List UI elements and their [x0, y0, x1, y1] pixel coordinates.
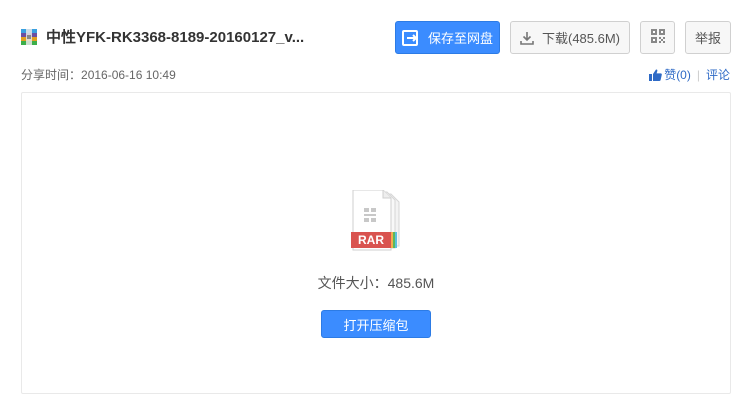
comment-link[interactable]: 评论 — [706, 66, 730, 83]
action-separator: | — [696, 67, 700, 82]
file-header: 中性YFK-RK3368-8189-20160127_v... 保存至网盘 下载… — [0, 0, 737, 64]
archive-file-icon — [21, 29, 37, 45]
report-button[interactable]: 举报 — [685, 21, 731, 54]
rar-type-label: RAR — [358, 233, 384, 247]
file-title: 中性YFK-RK3368-8189-20160127_v... — [46, 29, 305, 46]
like-button[interactable]: 赞(0) — [649, 66, 691, 83]
share-time: 分享时间：2016-06-16 10:49 — [21, 66, 176, 83]
thumbs-up-icon — [649, 68, 663, 81]
preview-panel: RAR 文件大小：485.6M 打开压缩包 — [21, 92, 731, 394]
share-time-label: 分享时间： — [21, 68, 82, 82]
download-icon — [520, 31, 534, 45]
file-size-value: 485.6M — [387, 275, 435, 291]
social-actions: 赞(0) | 评论 — [649, 66, 730, 83]
save-icon — [401, 29, 420, 46]
open-archive-button[interactable]: 打开压缩包 — [321, 310, 431, 338]
open-archive-label: 打开压缩包 — [343, 317, 409, 333]
share-time-value: 2016-06-16 10:49 — [81, 68, 176, 82]
download-button[interactable]: 下载(485.6M) — [510, 21, 630, 54]
rar-file-icon: RAR — [351, 189, 403, 252]
download-button-label: 下载(485.6M) — [541, 31, 621, 46]
file-size-line: 文件大小：485.6M — [22, 273, 730, 293]
like-label: 赞(0) — [664, 68, 691, 82]
save-button-label: 保存至网盘 — [427, 31, 493, 46]
save-to-netdisk-button[interactable]: 保存至网盘 — [395, 21, 500, 54]
report-button-label: 举报 — [694, 31, 721, 46]
qr-code-button[interactable] — [640, 21, 675, 54]
file-size-label: 文件大小： — [317, 275, 388, 291]
qr-code-icon — [650, 29, 665, 46]
